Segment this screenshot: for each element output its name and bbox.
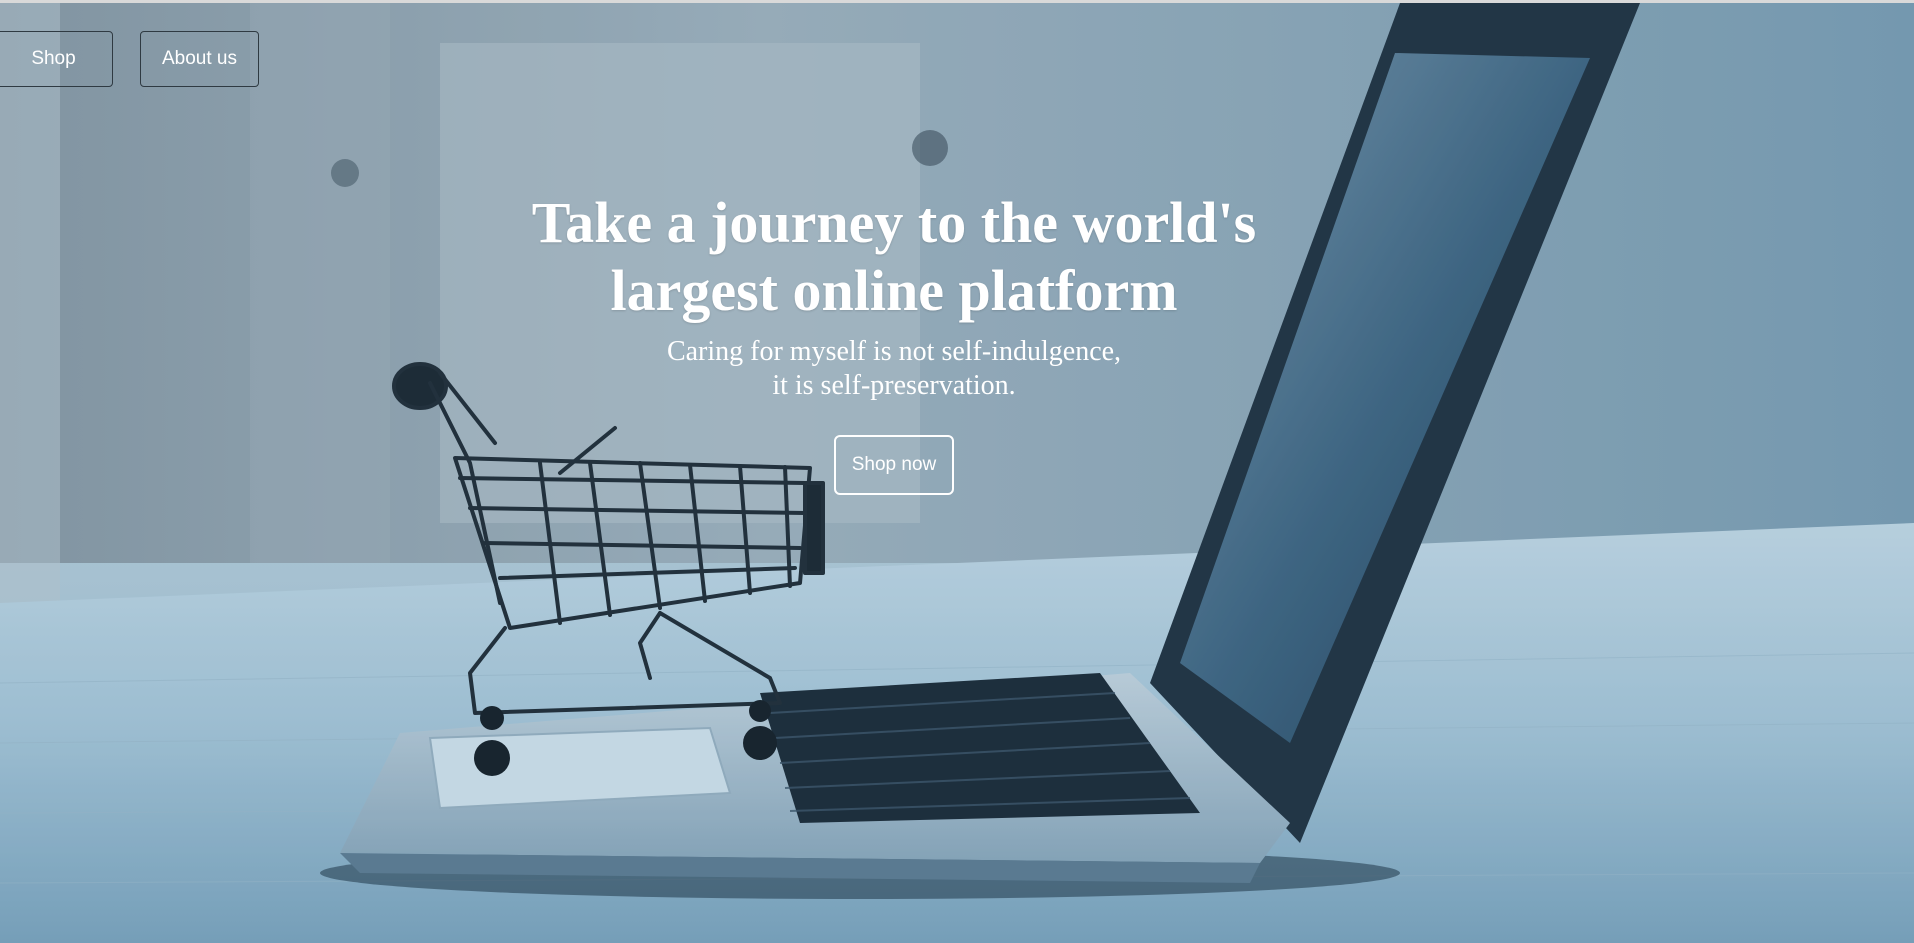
hero-title-line2: largest online platform: [610, 258, 1178, 323]
hero-title: Take a journey to the world's largest on…: [460, 189, 1328, 325]
landing-page: Shop About us Take a journey to the worl…: [0, 0, 1914, 943]
hero-title-line1: Take a journey to the world's: [531, 190, 1257, 255]
hero-subtitle-line2: it is self-preservation.: [772, 370, 1016, 401]
nav-shop-button[interactable]: Shop: [0, 31, 113, 87]
hero-background-image: [0, 3, 1914, 943]
hero-subtitle: Caring for myself is not self-indulgence…: [460, 335, 1328, 403]
hero-section: Shop About us Take a journey to the worl…: [0, 3, 1914, 943]
hero-subtitle-line1: Caring for myself is not self-indulgence…: [666, 336, 1122, 367]
nav-about-button[interactable]: About us: [140, 31, 259, 87]
hero-text-block: Take a journey to the world's largest on…: [460, 189, 1328, 403]
shop-now-button[interactable]: Shop now: [834, 435, 954, 495]
